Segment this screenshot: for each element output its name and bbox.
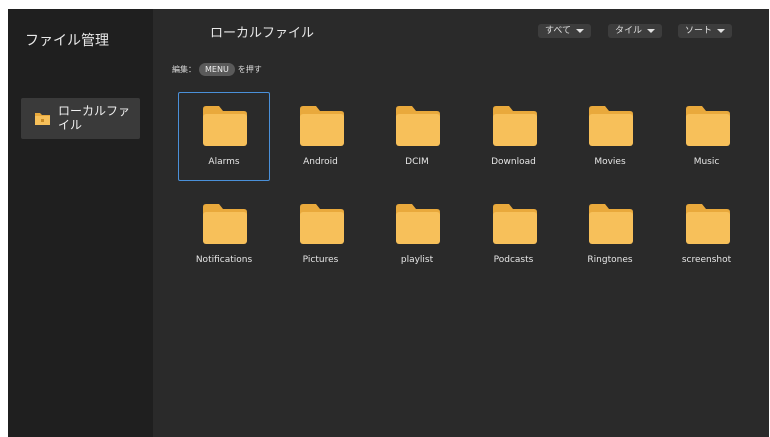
folder-item[interactable]: Download bbox=[468, 92, 560, 181]
folder-name: Movies bbox=[594, 157, 626, 167]
chevron-down-icon bbox=[717, 29, 726, 33]
view-mode-dropdown[interactable]: タイル bbox=[608, 24, 663, 38]
folder-item[interactable]: Pictures bbox=[275, 190, 367, 279]
folder-icon bbox=[396, 204, 440, 244]
edit-hint: 編集： MENU を押す bbox=[172, 63, 262, 76]
folder-name: Notifications bbox=[195, 255, 253, 265]
folder-icon bbox=[492, 106, 537, 146]
folder-item[interactable]: Notifications bbox=[178, 190, 270, 279]
folder-item[interactable]: Ringtones bbox=[564, 190, 656, 279]
folder-item[interactable]: Podcasts bbox=[468, 190, 560, 279]
sidebar-item-local-files[interactable]: ローカルファイル bbox=[21, 98, 140, 139]
app-title: ファイル管理 bbox=[25, 33, 109, 49]
folder-icon bbox=[589, 106, 633, 146]
folder-item[interactable]: Android bbox=[275, 92, 367, 181]
folder-item[interactable]: Alarms bbox=[178, 92, 270, 181]
folder-name: Download bbox=[491, 157, 536, 167]
folder-icon bbox=[492, 204, 537, 244]
folder-item[interactable]: playlist bbox=[371, 190, 463, 279]
folder-item[interactable]: Movies bbox=[564, 92, 656, 181]
folder-item[interactable]: screenshot bbox=[661, 190, 753, 279]
folder-icon bbox=[589, 204, 633, 244]
folder-name: screenshot bbox=[681, 255, 732, 265]
edit-hint-suffix: を押す bbox=[237, 65, 262, 74]
sidebar: ファイル管理 ローカルファイル bbox=[8, 9, 153, 437]
filter-all-dropdown[interactable]: すべて bbox=[538, 24, 592, 38]
folder-name: playlist bbox=[400, 255, 434, 265]
folder-name: Android bbox=[303, 157, 338, 167]
folder-icon bbox=[35, 113, 50, 125]
folder-icon bbox=[685, 204, 730, 244]
folder-name: Pictures bbox=[302, 255, 339, 265]
menu-key-badge: MENU bbox=[199, 63, 235, 76]
folder-item[interactable]: Music bbox=[661, 92, 753, 181]
folder-icon bbox=[299, 106, 344, 146]
sidebar-item-label: ローカルファイル bbox=[58, 104, 131, 132]
view-mode-label: タイル bbox=[615, 26, 643, 36]
edit-hint-prefix: 編集： bbox=[172, 65, 196, 74]
folder-icon bbox=[299, 204, 344, 244]
folder-icon bbox=[685, 106, 730, 146]
page-title: ローカルファイル bbox=[210, 26, 315, 41]
folder-icon bbox=[203, 204, 247, 244]
folder-name: DCIM bbox=[405, 157, 429, 167]
chevron-down-icon bbox=[647, 29, 656, 33]
folder-name: Alarms bbox=[208, 157, 240, 167]
folder-icon bbox=[396, 106, 440, 146]
folder-name: Podcasts bbox=[493, 255, 534, 265]
sort-dropdown[interactable]: ソート bbox=[678, 24, 733, 38]
folder-icon bbox=[203, 106, 247, 146]
folder-item[interactable]: DCIM bbox=[371, 92, 463, 181]
folder-name: Music bbox=[693, 157, 720, 167]
filter-all-label: すべて bbox=[545, 26, 572, 36]
chevron-down-icon bbox=[576, 29, 585, 33]
folder-name: Ringtones bbox=[587, 255, 633, 265]
sort-label: ソート bbox=[685, 26, 713, 36]
